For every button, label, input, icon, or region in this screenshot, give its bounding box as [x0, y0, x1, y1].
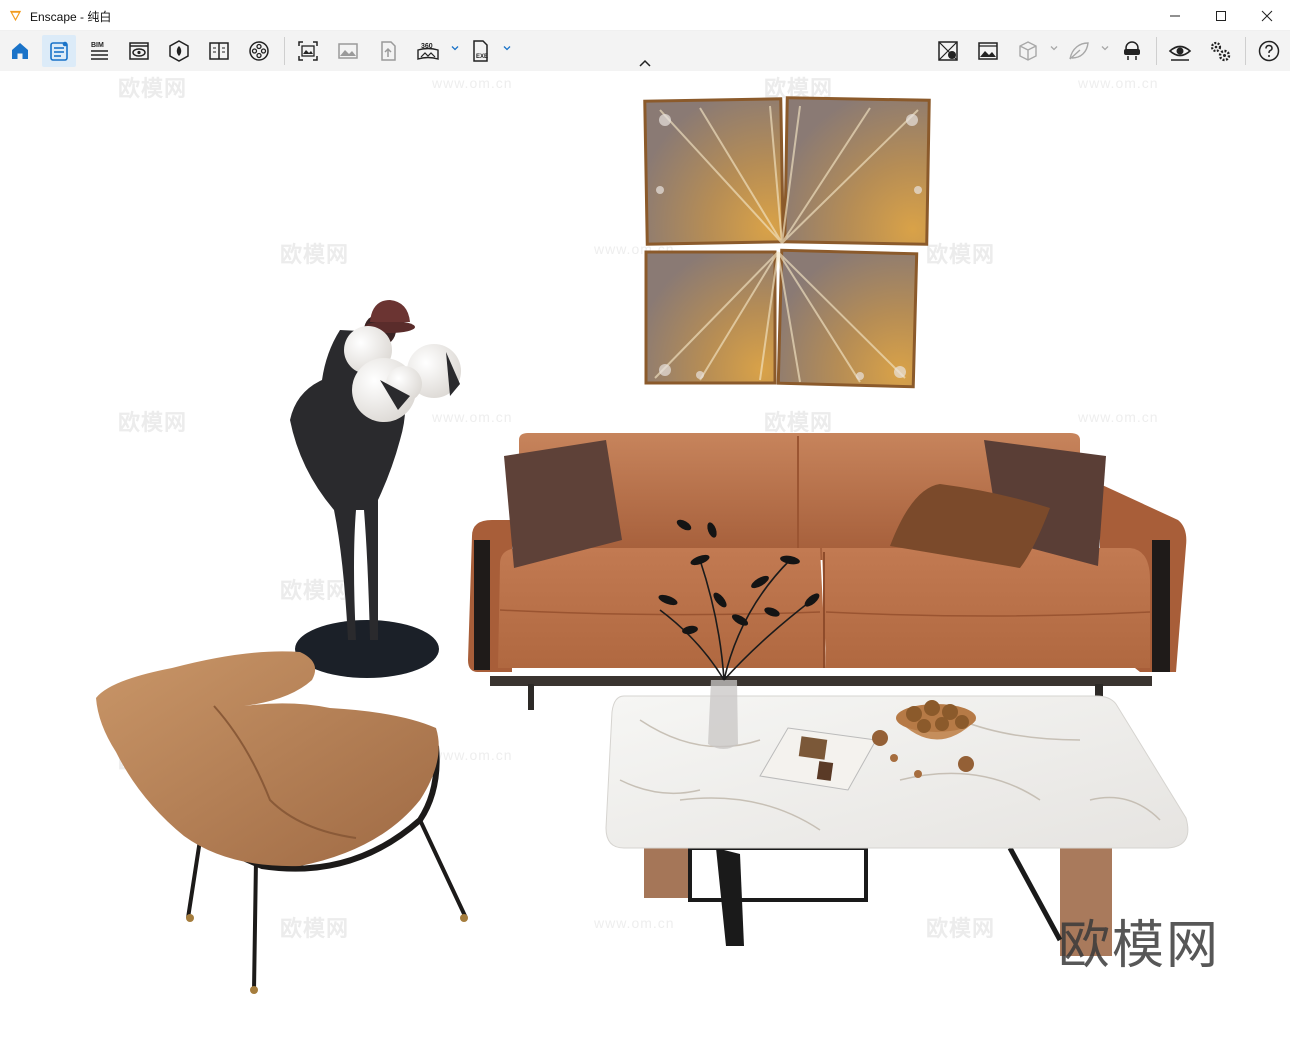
- vr-headset-button[interactable]: [1115, 35, 1149, 67]
- toolbar-separator: [1245, 37, 1246, 65]
- render-viewport[interactable]: 欧模网 www.om.cn 欧模网 www.om.cn 欧模网 www.om.c…: [0, 71, 1290, 1040]
- box-view-button[interactable]: [1011, 35, 1045, 67]
- vr-headset-icon: [1124, 41, 1140, 60]
- material-book-button[interactable]: [202, 35, 236, 67]
- screenshot-capture-icon: [978, 42, 998, 60]
- visual-settings-button[interactable]: [1163, 35, 1197, 67]
- minimize-button[interactable]: [1152, 0, 1198, 31]
- leather-sofa: [468, 433, 1187, 710]
- video-editor-icon: [249, 41, 269, 61]
- help-button[interactable]: [1252, 35, 1286, 67]
- upload-icon: [381, 41, 396, 61]
- bim-info-icon: BIM: [91, 42, 108, 60]
- scene-render: [96, 96, 1189, 994]
- screenshot-icon: [298, 41, 318, 61]
- sync-views-icon: [938, 41, 958, 61]
- box-view-icon: [1019, 41, 1037, 61]
- home-button[interactable]: [3, 35, 37, 67]
- enscape-logo-icon: [9, 10, 22, 22]
- screenshot-button[interactable]: [291, 35, 325, 67]
- collapse-toolbar-icon[interactable]: [637, 58, 653, 70]
- batch-render-icon: [338, 43, 358, 59]
- chevron-down-icon[interactable]: [502, 43, 512, 53]
- close-button[interactable]: [1244, 0, 1290, 31]
- exe-export-button[interactable]: EXE: [464, 35, 498, 67]
- maximize-button[interactable]: [1198, 0, 1244, 31]
- exe-export-icon: EXE: [473, 40, 488, 62]
- sync-views-button[interactable]: [931, 35, 965, 67]
- visual-settings-icon: [1168, 45, 1192, 61]
- chevron-down-icon[interactable]: [450, 43, 460, 53]
- 360-panorama-icon: 360: [417, 43, 439, 60]
- leaf-icon: [1069, 42, 1089, 60]
- asset-library-icon: [169, 40, 189, 62]
- svg-text:BIM: BIM: [91, 42, 104, 49]
- toolbar-separator: [1156, 37, 1157, 65]
- batch-render-button[interactable]: [331, 35, 365, 67]
- lounge-chair: [96, 651, 468, 994]
- svg-text:EXE: EXE: [476, 54, 488, 60]
- chevron-down-icon[interactable]: [1049, 43, 1059, 53]
- site-watermark-logo: 欧模网: [1058, 916, 1221, 976]
- render-preview-button[interactable]: [971, 35, 1005, 67]
- floor-lamp-sculpture: [290, 300, 461, 678]
- chevron-down-icon[interactable]: [1100, 43, 1110, 53]
- close-icon: [1261, 10, 1273, 21]
- toolbar-separator: [284, 37, 285, 65]
- window-title: Enscape - 纯白: [30, 10, 112, 24]
- video-editor-button[interactable]: [242, 35, 276, 67]
- upload-button[interactable]: [371, 35, 405, 67]
- wall-art: [643, 96, 931, 389]
- project-notes-icon: [50, 41, 68, 61]
- minimize-icon: [1170, 15, 1180, 16]
- general-settings-button[interactable]: [1203, 35, 1237, 67]
- maximize-icon: [1216, 10, 1226, 21]
- home-icon: [12, 43, 28, 59]
- leaf-button[interactable]: [1062, 35, 1096, 67]
- material-book-icon: [209, 42, 229, 60]
- view-button[interactable]: [122, 35, 156, 67]
- asset-library-button[interactable]: [162, 35, 196, 67]
- title-bar: Enscape - 纯白: [0, 0, 1290, 31]
- general-settings-icon: [1210, 41, 1231, 62]
- bim-info-button[interactable]: BIM: [82, 35, 116, 67]
- project-notes-button[interactable]: [42, 35, 76, 67]
- panorama-button[interactable]: 360: [411, 35, 445, 67]
- help-icon: [1258, 40, 1280, 62]
- view-icon: [129, 42, 149, 60]
